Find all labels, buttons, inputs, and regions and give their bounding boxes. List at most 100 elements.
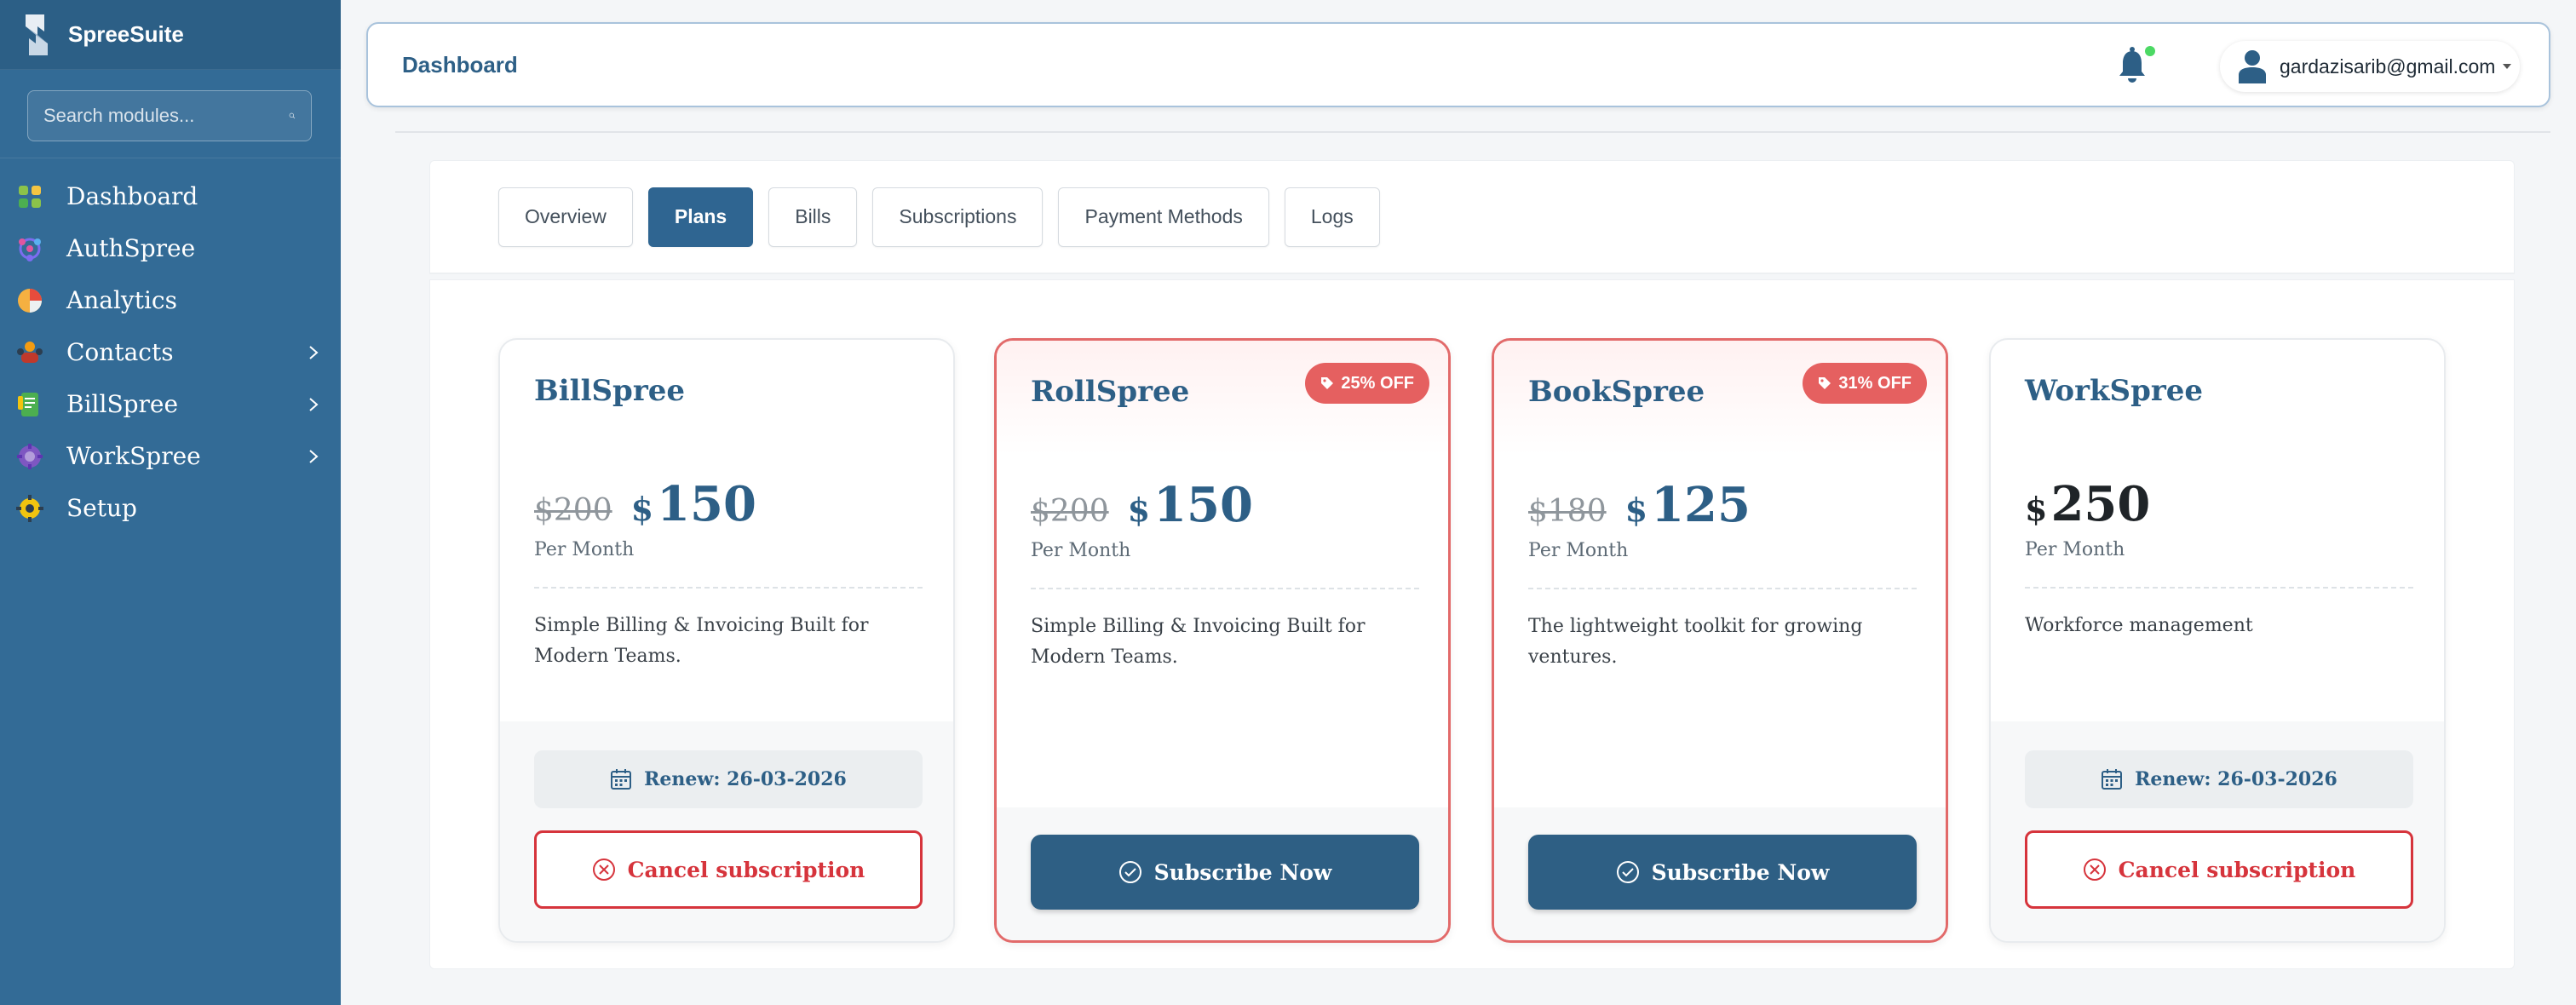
renew-date: Renew: 26-03-2026 (644, 768, 847, 790)
subscribe-now-button[interactable]: Subscribe Now (1528, 835, 1917, 910)
plan-price: 125 (1651, 477, 1751, 533)
sidebar-item-analytics[interactable]: Analytics (0, 274, 341, 326)
analytics-icon (15, 286, 44, 315)
renew-date: Renew: 26-03-2026 (2135, 768, 2337, 790)
plans-panel: BillSpree $200 $ 150 Per Month Simple Bi… (429, 279, 2515, 969)
tag-icon (1819, 377, 1831, 389)
sidebar: SpreeSuite Dashboard (0, 0, 341, 1005)
user-email: gardazisarib@gmail.com (2280, 55, 2496, 78)
tab-overview[interactable]: Overview (498, 187, 633, 247)
sidebar-item-authspree[interactable]: AuthSpree (0, 222, 341, 274)
plan-card-top: BookSpree 31% OFF $180 $ 125 Per Month T… (1494, 341, 1946, 722)
chevron-right-icon (309, 345, 319, 359)
dashed-divider (2025, 587, 2413, 589)
sidebar-item-label: Setup (66, 494, 137, 522)
tab-payment-methods[interactable]: Payment Methods (1058, 187, 1269, 247)
header-divider (395, 131, 2550, 133)
plan-card-workspree: WorkSpree $ 250 Per Month Workforce mana… (1989, 338, 2446, 943)
plan-card-footer: Renew: 26-03-2026 Cancel subscription (1991, 721, 2444, 941)
old-price: $200 (1031, 494, 1109, 529)
price-row: $200 $ 150 (534, 476, 756, 532)
billing-period: Per Month (1528, 540, 1629, 561)
billspree-icon (15, 390, 44, 419)
sidebar-item-billspree[interactable]: BillSpree (0, 378, 341, 430)
sidebar-item-workspree[interactable]: WorkSpree (0, 430, 341, 482)
plan-card-footer: Renew: 26-03-2026 Cancel subscription (500, 721, 953, 941)
currency-symbol: $ (1127, 491, 1151, 529)
sidebar-nav: Dashboard AuthSpree Analytics Contacts B… (0, 170, 341, 534)
tab-plans[interactable]: Plans (647, 187, 754, 247)
search-section (0, 70, 341, 158)
search-icon[interactable] (289, 106, 296, 126)
brand[interactable]: SpreeSuite (0, 0, 341, 70)
setup-icon (15, 494, 44, 523)
chevron-right-icon (309, 397, 319, 411)
plan-name: BillSpree (534, 374, 685, 408)
discount-badge: 25% OFF (1305, 363, 1429, 404)
price-row: $180 $ 125 (1528, 477, 1751, 533)
billing-period: Per Month (2025, 539, 2125, 560)
subscribe-now-button[interactable]: Subscribe Now (1031, 835, 1419, 910)
check-circle-icon (1118, 861, 1141, 883)
chevron-right-icon (309, 449, 319, 463)
cancel-circle-icon (592, 859, 615, 881)
contacts-icon (15, 338, 44, 367)
tag-icon (1321, 377, 1334, 389)
spreesuite-logo-icon (26, 14, 48, 55)
plan-price: 250 (2050, 476, 2151, 532)
plan-card-top: RollSpree 25% OFF $200 $ 150 Per Month S… (997, 341, 1448, 722)
currency-symbol: $ (2025, 490, 2048, 528)
renew-info: Renew: 26-03-2026 (534, 750, 923, 808)
plan-card-footer: Subscribe Now (997, 807, 1448, 940)
sidebar-item-dashboard[interactable]: Dashboard (0, 170, 341, 222)
billing-period: Per Month (1031, 540, 1131, 561)
sidebar-item-label: BillSpree (66, 390, 179, 418)
price-row: $ 250 (2025, 476, 2150, 532)
plan-card-bookspree: BookSpree 31% OFF $180 $ 125 Per Month T… (1492, 338, 1948, 943)
dashed-divider (1031, 588, 1419, 589)
plan-name: RollSpree (1031, 375, 1190, 409)
sidebar-item-contacts[interactable]: Contacts (0, 326, 341, 378)
plan-card-footer: Subscribe Now (1494, 807, 1946, 940)
bell-icon[interactable] (2111, 43, 2157, 89)
sidebar-item-label: Dashboard (66, 182, 198, 210)
plan-description: Workforce management (2025, 615, 2253, 636)
top-header: Dashboard gardazisarib@gmail.com (366, 22, 2550, 107)
old-price: $180 (1528, 494, 1607, 529)
tab-subscriptions[interactable]: Subscriptions (872, 187, 1044, 247)
page-title: Dashboard (402, 51, 518, 78)
old-price: $200 (534, 493, 612, 528)
workspree-icon (15, 442, 44, 471)
search-input[interactable] (43, 105, 289, 127)
plan-card-billspree: BillSpree $200 $ 150 Per Month Simple Bi… (498, 338, 955, 943)
sidebar-item-label: Contacts (66, 338, 174, 366)
user-menu[interactable]: gardazisarib@gmail.com (2220, 41, 2520, 92)
sidebar-item-label: WorkSpree (66, 442, 201, 470)
sidebar-item-setup[interactable]: Setup (0, 482, 341, 534)
cancel-circle-icon (2083, 859, 2106, 881)
check-circle-icon (1616, 861, 1639, 883)
plan-name: WorkSpree (2025, 374, 2204, 408)
calendar-icon (2102, 769, 2123, 790)
plan-card-top: BillSpree $200 $ 150 Per Month Simple Bi… (500, 340, 953, 721)
button-label: Cancel subscription (2118, 857, 2356, 882)
sidebar-item-label: Analytics (66, 286, 177, 314)
discount-badge: 31% OFF (1803, 363, 1927, 404)
badge-label: 25% OFF (1341, 373, 1414, 393)
dashed-divider (534, 587, 923, 589)
badge-label: 31% OFF (1838, 373, 1912, 393)
plan-price: 150 (657, 476, 756, 532)
billing-period: Per Month (534, 539, 635, 560)
calendar-icon (611, 769, 632, 790)
tab-logs[interactable]: Logs (1284, 187, 1380, 247)
cancel-subscription-button[interactable]: Cancel subscription (534, 830, 923, 909)
caret-down-icon (2503, 64, 2512, 69)
cancel-subscription-button[interactable]: Cancel subscription (2025, 830, 2413, 909)
tab-bills[interactable]: Bills (768, 187, 858, 247)
currency-symbol: $ (630, 490, 654, 528)
dashed-divider (1528, 588, 1917, 589)
authspree-icon (15, 234, 44, 263)
dashboard-icon (15, 182, 44, 211)
button-label: Cancel subscription (627, 857, 865, 882)
brand-name: SpreeSuite (68, 21, 184, 47)
